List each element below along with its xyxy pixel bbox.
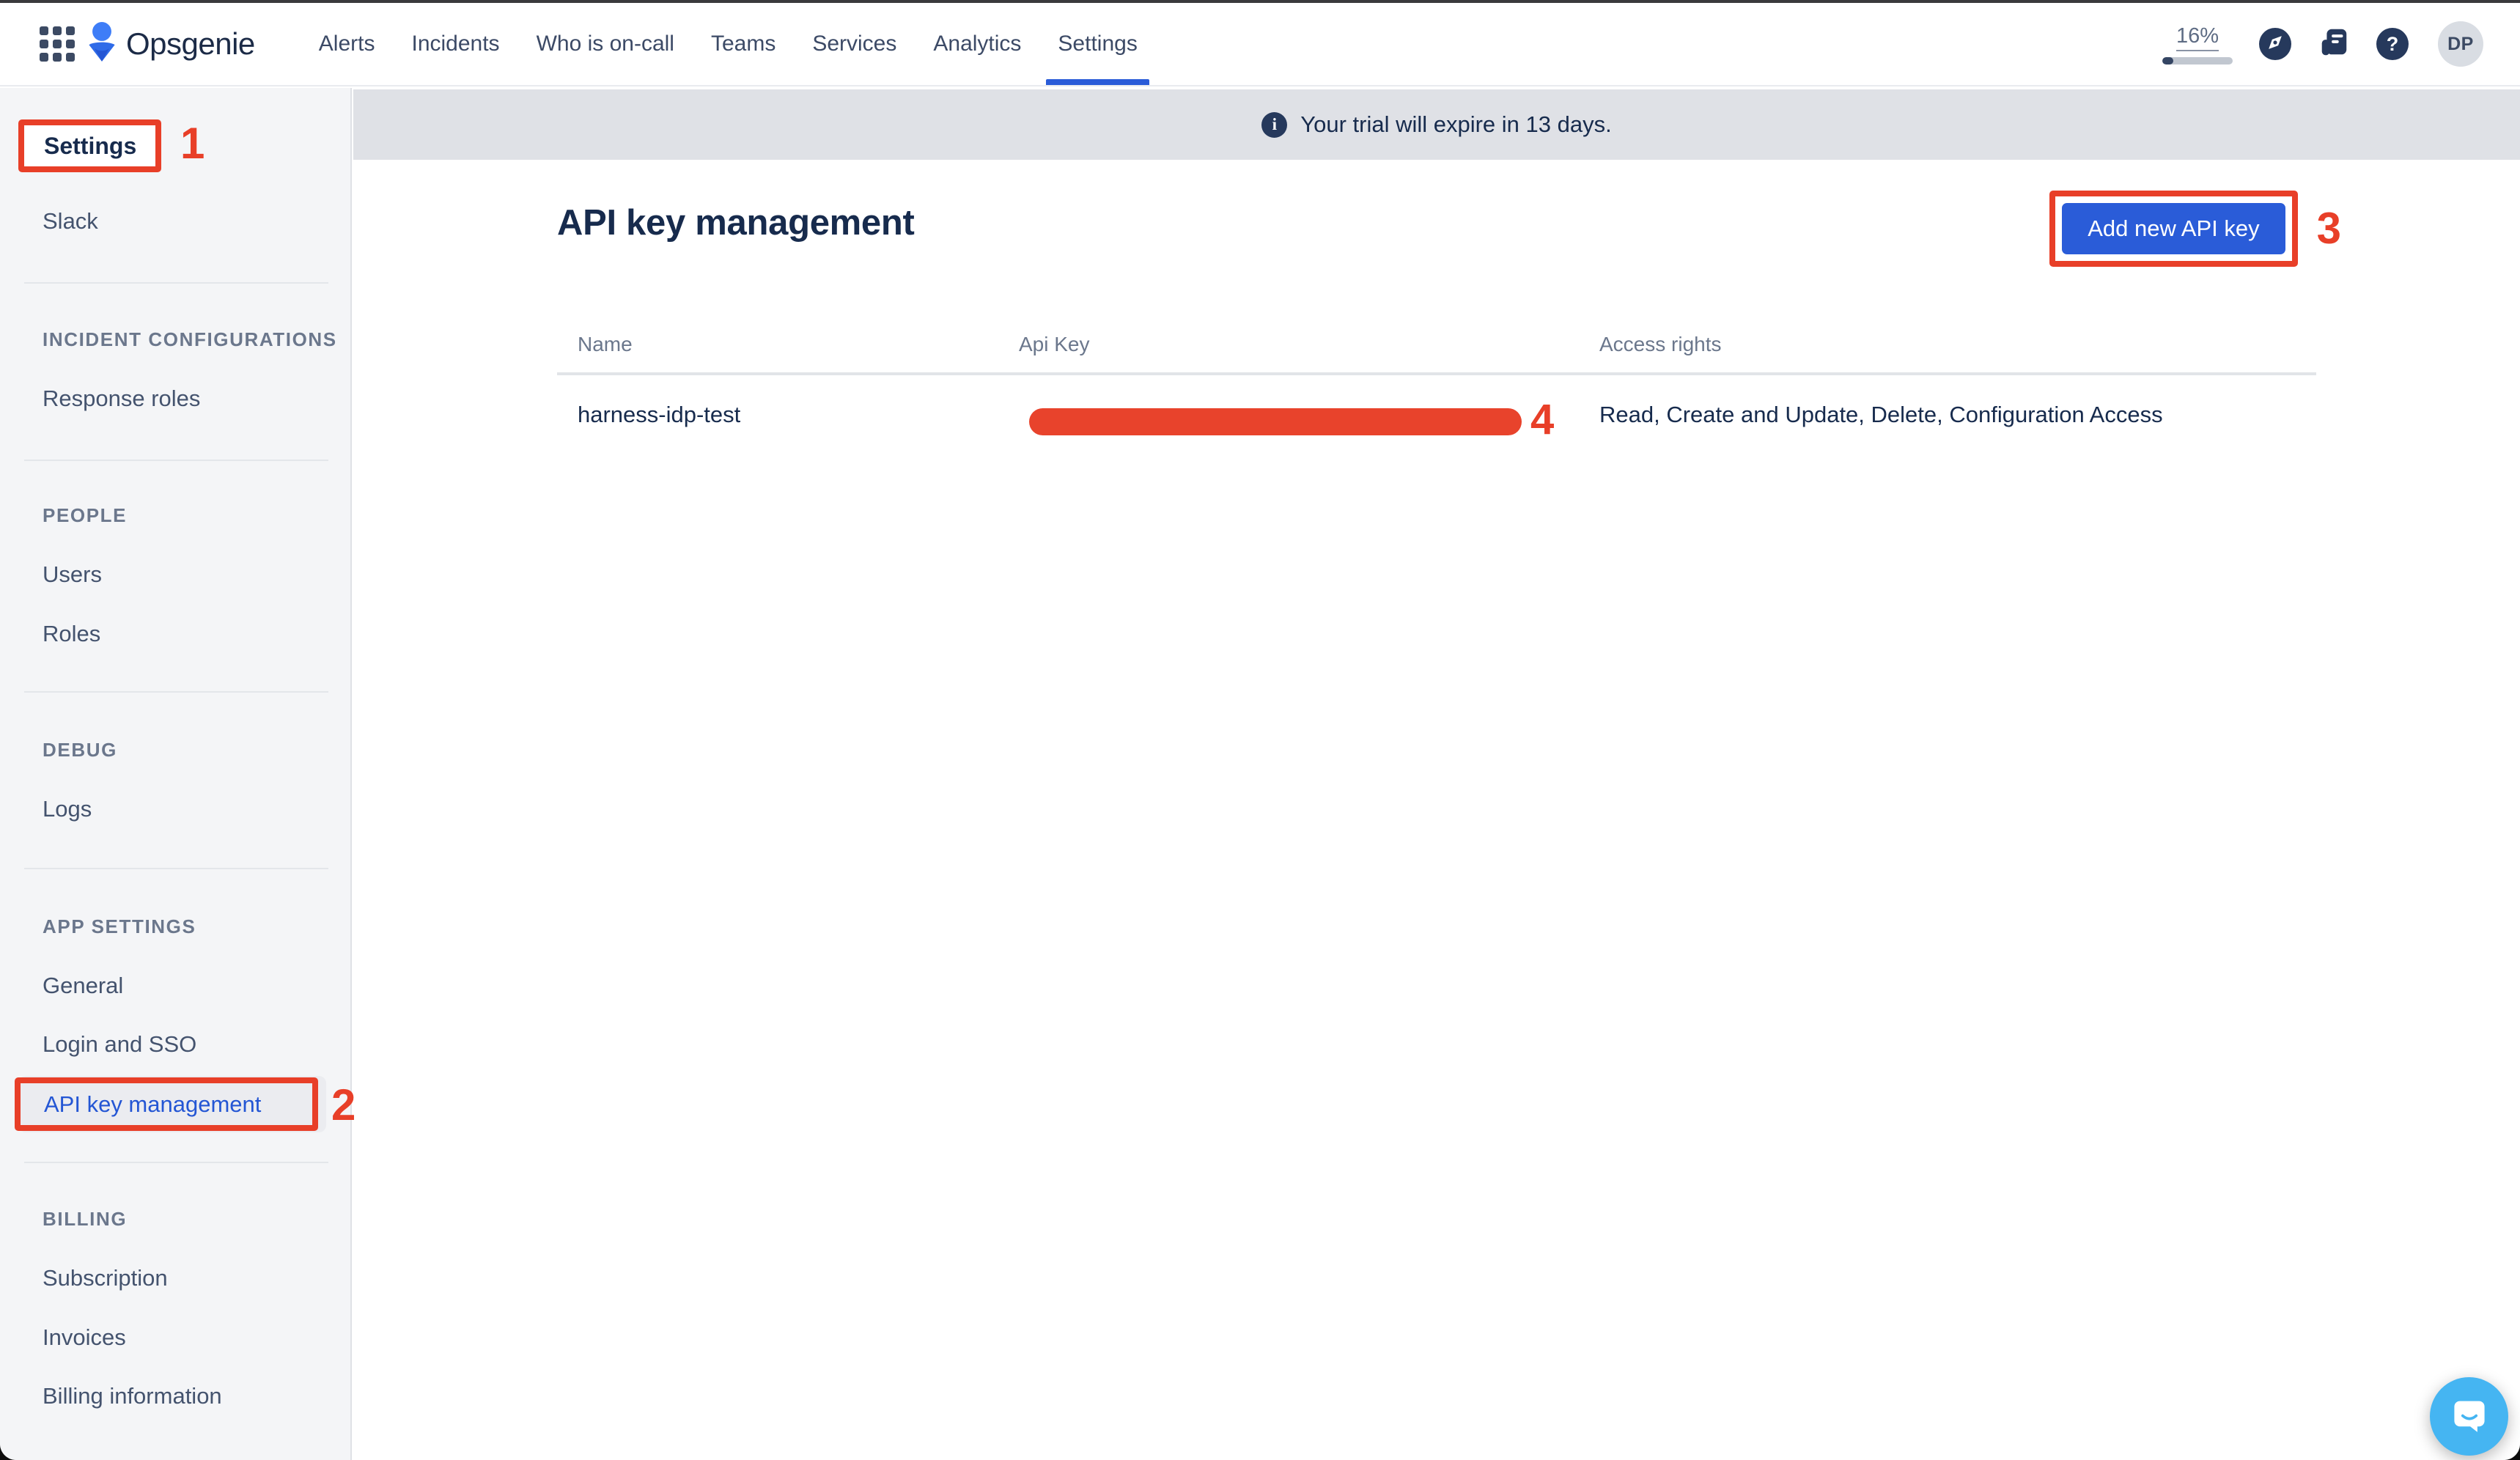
column-header-name: Name	[557, 333, 998, 375]
nav-right-group: 16%	[2162, 3, 2483, 85]
api-key-row-access-rights: Read, Create and Update, Delete, Configu…	[1579, 375, 2316, 441]
chat-bubble-icon	[2450, 1396, 2488, 1437]
sidebar-item-users[interactable]: Users	[0, 559, 350, 590]
add-api-key-group: Add new API key 3	[2049, 191, 2341, 267]
sidebar-divider	[24, 460, 328, 461]
sidebar-item-api-key-management[interactable]: API key management	[15, 1077, 326, 1131]
nav-item-settings[interactable]: Settings	[1039, 3, 1155, 85]
api-keys-table: Name Api Key Access rights harness-idp-t…	[557, 333, 2316, 441]
sidebar-item-roles[interactable]: Roles	[0, 619, 350, 649]
sidebar-item-billing-information[interactable]: Billing information	[0, 1381, 350, 1412]
top-navigation-bar: Opsgenie Alerts Incidents Who is on-call…	[0, 3, 2520, 86]
whats-new-button[interactable]	[2318, 28, 2350, 60]
explore-compass-button[interactable]	[2259, 28, 2291, 60]
sidebar-section-billing: BILLING	[0, 1207, 350, 1231]
sidebar-item-response-roles[interactable]: Response roles	[0, 383, 350, 414]
trial-progress-fill	[2162, 57, 2173, 64]
help-button[interactable]: ?	[2376, 28, 2409, 60]
question-mark-icon: ?	[2387, 33, 2399, 56]
annotation-box-3: Add new API key	[2049, 191, 2297, 267]
sidebar-section-app-settings: APP SETTINGS	[0, 915, 350, 938]
app-switcher-icon[interactable]	[40, 26, 75, 62]
sidebar-item-subscription[interactable]: Subscription	[0, 1263, 350, 1294]
window-top-edge	[0, 0, 2520, 3]
nav-item-analytics[interactable]: Analytics	[915, 3, 1039, 85]
logo-wordmark: Opsgenie	[126, 26, 255, 62]
sidebar-divider	[24, 282, 328, 284]
annotation-box-2: API key management	[15, 1077, 326, 1131]
main-content: API key management Add new API key 3 Nam…	[353, 160, 2520, 1460]
sidebar-section-people: PEOPLE	[0, 504, 350, 527]
sidebar-section-incident-configurations: INCIDENT CONFIGURATIONS	[0, 328, 350, 351]
nav-item-teams[interactable]: Teams	[693, 3, 794, 85]
compass-icon	[2259, 26, 2291, 62]
trial-percent-label: 16%	[2176, 24, 2219, 51]
settings-sidebar: Settings Slack INCIDENT CONFIGURATIONS R…	[0, 88, 352, 1460]
sidebar-item-settings[interactable]: Settings	[44, 133, 136, 160]
sidebar-divider	[24, 1162, 328, 1163]
info-icon: i	[1261, 112, 1287, 138]
primary-nav: Alerts Incidents Who is on-call Teams Se…	[301, 3, 1156, 85]
sidebar-divider	[24, 868, 328, 869]
annotation-number-4: 4	[1530, 399, 1554, 441]
nav-item-alerts[interactable]: Alerts	[301, 3, 394, 85]
nav-item-who-is-on-call[interactable]: Who is on-call	[518, 3, 693, 85]
app-window: Opsgenie Alerts Incidents Who is on-call…	[0, 0, 2520, 1460]
trial-usage-meter[interactable]: 16%	[2162, 24, 2233, 64]
nav-item-incidents[interactable]: Incidents	[393, 3, 517, 85]
chat-launcher-button[interactable]	[2430, 1377, 2508, 1456]
sidebar-divider	[24, 691, 328, 693]
column-header-api-key: Api Key	[998, 333, 1579, 375]
annotation-number-3: 3	[2317, 207, 2341, 251]
sidebar-item-login-and-sso[interactable]: Login and SSO	[0, 1029, 350, 1060]
nav-left-group: Opsgenie Alerts Incidents Who is on-call…	[40, 3, 1156, 85]
sidebar-item-logs[interactable]: Logs	[0, 794, 350, 825]
sidebar-item-slack[interactable]: Slack	[0, 206, 350, 237]
trial-expiry-banner: i Your trial will expire in 13 days.	[353, 89, 2520, 160]
annotation-number-2: 2	[331, 1083, 355, 1127]
annotation-box-1: Settings	[18, 119, 161, 172]
sidebar-section-debug: DEBUG	[0, 738, 350, 762]
api-key-row-name: harness-idp-test	[557, 375, 998, 441]
sidebar-item-invoices[interactable]: Invoices	[0, 1322, 350, 1353]
opsgenie-logo[interactable]: Opsgenie	[86, 21, 255, 67]
trial-progress-bar	[2162, 57, 2233, 64]
opsgenie-genie-icon	[86, 21, 117, 67]
sidebar-item-general[interactable]: General	[0, 970, 350, 1001]
column-header-access-rights: Access rights	[1579, 333, 2316, 375]
api-key-redaction-bar	[1029, 408, 1522, 435]
nav-item-services[interactable]: Services	[794, 3, 915, 85]
annotation-number-1: 1	[180, 122, 205, 166]
trial-expiry-text: Your trial will expire in 13 days.	[1300, 111, 1611, 138]
release-notes-icon	[2317, 26, 2351, 63]
user-avatar[interactable]: DP	[2438, 21, 2483, 67]
api-key-row-key: 4	[998, 375, 1579, 441]
add-new-api-key-button[interactable]: Add new API key	[2062, 203, 2285, 254]
